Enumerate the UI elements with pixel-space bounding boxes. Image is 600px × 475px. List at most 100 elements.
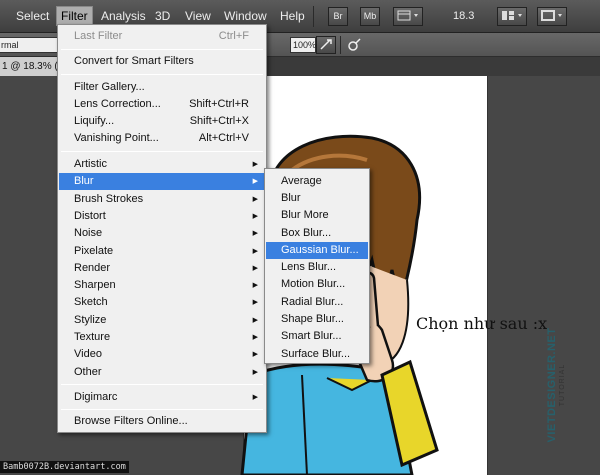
menu-item-stylize[interactable]: Stylize ▶ bbox=[59, 312, 265, 329]
submenu-arrow-icon: ▶ bbox=[252, 282, 258, 289]
menu-item-texture[interactable]: Texture ▶ bbox=[59, 329, 265, 346]
menu-item-label: Texture bbox=[74, 331, 111, 343]
menu-item-label: Blur bbox=[74, 175, 94, 187]
menu-item-brush-strokes[interactable]: Brush Strokes ▶ bbox=[59, 191, 265, 208]
submenu-arrow-icon: ▶ bbox=[252, 196, 258, 203]
separator bbox=[61, 49, 263, 50]
blur-item-gaussian-blur[interactable]: Gaussian Blur... bbox=[266, 242, 368, 259]
menu-analysis[interactable]: Analysis bbox=[101, 9, 146, 23]
menu-item-browse-filters-online[interactable]: Browse Filters Online... bbox=[59, 413, 265, 430]
separator bbox=[313, 6, 314, 27]
caption-text: Chọn như sau :x bbox=[416, 314, 548, 333]
submenu-arrow-icon: ▶ bbox=[252, 161, 258, 168]
submenu-arrow-icon: ▶ bbox=[252, 248, 258, 255]
menu-item-label: Artistic bbox=[74, 158, 107, 170]
menu-item-label: Vanishing Point... bbox=[74, 132, 159, 144]
menu-item-label: Render bbox=[74, 262, 111, 274]
pressure-button[interactable] bbox=[346, 37, 362, 53]
menu-help[interactable]: Help bbox=[280, 9, 305, 23]
menu-item-filter-gallery[interactable]: Filter Gallery... bbox=[59, 79, 265, 96]
menu-item-label: Other bbox=[74, 366, 102, 378]
blur-item-shape-blur[interactable]: Shape Blur... bbox=[266, 311, 368, 328]
menu-item-label: Distort bbox=[74, 210, 106, 222]
arrange-icon bbox=[502, 11, 522, 20]
menu-filter[interactable]: Filter bbox=[56, 6, 93, 26]
menu-item-label: Sketch bbox=[74, 296, 108, 308]
submenu-arrow-icon: ▶ bbox=[252, 394, 258, 401]
screen-mode-button[interactable] bbox=[537, 7, 567, 26]
menu-select[interactable]: Select bbox=[16, 9, 49, 23]
blur-item-blur-more[interactable]: Blur More bbox=[266, 207, 368, 224]
separator bbox=[61, 409, 263, 410]
view-extras-icon bbox=[397, 10, 418, 21]
bridge-button[interactable]: Br bbox=[328, 7, 348, 26]
menu-item-sharpen[interactable]: Sharpen ▶ bbox=[59, 277, 265, 294]
mini-bridge-button[interactable]: Mb bbox=[360, 7, 380, 26]
menu-item-noise[interactable]: Noise ▶ bbox=[59, 225, 265, 242]
submenu-arrow-icon: ▶ bbox=[252, 351, 258, 358]
blur-submenu: Average Blur Blur More Box Blur... Gauss… bbox=[264, 168, 370, 364]
submenu-arrow-icon: ▶ bbox=[252, 230, 258, 237]
menu-item-distort[interactable]: Distort ▶ bbox=[59, 208, 265, 225]
submenu-arrow-icon: ▶ bbox=[252, 369, 258, 376]
shortcut: Shift+Ctrl+X bbox=[189, 115, 249, 127]
opacity-field[interactable]: 100% bbox=[290, 37, 316, 53]
menu-item-sketch[interactable]: Sketch ▶ bbox=[59, 294, 265, 311]
menu-item-pixelate[interactable]: Pixelate ▶ bbox=[59, 243, 265, 260]
menu-item-video[interactable]: Video ▶ bbox=[59, 346, 265, 363]
menu-item-label: Stylize bbox=[74, 314, 107, 326]
menu-item-blur[interactable]: Blur ▶ bbox=[59, 173, 265, 190]
menu-item-liquify[interactable]: Liquify... Shift+Ctrl+X bbox=[59, 113, 265, 130]
menu-item-vanishing-point[interactable]: Vanishing Point... Alt+Ctrl+V bbox=[59, 130, 265, 147]
shortcut: Ctrl+F bbox=[218, 30, 249, 42]
submenu-arrow-icon: ▶ bbox=[252, 213, 258, 220]
view-extras-button[interactable] bbox=[393, 7, 423, 26]
artist-credit: Bamb0072B.deviantart.com bbox=[0, 461, 129, 473]
screen-mode-icon bbox=[541, 10, 562, 21]
blur-item-blur[interactable]: Blur bbox=[266, 190, 368, 207]
menu-view[interactable]: View bbox=[185, 9, 211, 23]
zoom-level[interactable]: 18.3 bbox=[453, 10, 474, 22]
blend-mode-select[interactable]: rmal bbox=[0, 37, 58, 53]
menu-3d[interactable]: 3D bbox=[155, 9, 170, 23]
airbrush-button[interactable] bbox=[316, 36, 336, 54]
watermark: VIETDESIGNER.NET TUTORIAL bbox=[546, 310, 566, 460]
menu-item-last-filter: Last Filter Ctrl+F bbox=[59, 28, 265, 45]
menu-item-convert-smart-filters[interactable]: Convert for Smart Filters bbox=[59, 53, 265, 70]
submenu-arrow-icon: ▶ bbox=[252, 265, 258, 272]
submenu-arrow-icon: ▶ bbox=[252, 178, 258, 185]
menu-item-label: Sharpen bbox=[74, 279, 116, 291]
blur-item-motion-blur[interactable]: Motion Blur... bbox=[266, 276, 368, 293]
blur-item-radial-blur[interactable]: Radial Blur... bbox=[266, 294, 368, 311]
separator bbox=[340, 36, 341, 54]
menu-item-label: Liquify... bbox=[74, 115, 115, 127]
blur-item-average[interactable]: Average bbox=[266, 173, 368, 190]
blur-item-lens-blur[interactable]: Lens Blur... bbox=[266, 259, 368, 276]
watermark-subtitle: TUTORIAL bbox=[559, 363, 566, 407]
menu-item-label: Noise bbox=[74, 227, 103, 239]
airbrush-icon bbox=[320, 39, 332, 50]
menu-item-artistic[interactable]: Artistic ▶ bbox=[59, 156, 265, 173]
menu-item-label: Lens Correction... bbox=[74, 98, 161, 110]
pressure-icon bbox=[348, 38, 361, 51]
blur-item-box-blur[interactable]: Box Blur... bbox=[266, 225, 368, 242]
separator bbox=[61, 384, 263, 385]
submenu-arrow-icon: ▶ bbox=[252, 334, 258, 341]
filter-menu: Last Filter Ctrl+F Convert for Smart Fil… bbox=[57, 24, 267, 433]
menu-item-lens-correction[interactable]: Lens Correction... Shift+Ctrl+R bbox=[59, 96, 265, 113]
menu-window[interactable]: Window bbox=[224, 9, 267, 23]
separator bbox=[61, 74, 263, 75]
submenu-arrow-icon: ▶ bbox=[252, 317, 258, 324]
menu-item-label: Video bbox=[74, 348, 102, 360]
menu-item-digimarc[interactable]: Digimarc ▶ bbox=[59, 389, 265, 406]
arrange-documents-button[interactable] bbox=[497, 7, 527, 26]
shortcut: Alt+Ctrl+V bbox=[198, 132, 249, 144]
menu-item-label: Brush Strokes bbox=[74, 193, 144, 205]
menu-item-label: Digimarc bbox=[74, 391, 118, 403]
menu-item-render[interactable]: Render ▶ bbox=[59, 260, 265, 277]
shortcut: Shift+Ctrl+R bbox=[189, 98, 249, 110]
blur-item-surface-blur[interactable]: Surface Blur... bbox=[266, 346, 368, 363]
menu-item-label: Last Filter bbox=[74, 30, 123, 42]
blur-item-smart-blur[interactable]: Smart Blur... bbox=[266, 328, 368, 345]
menu-item-other[interactable]: Other ▶ bbox=[59, 364, 265, 381]
